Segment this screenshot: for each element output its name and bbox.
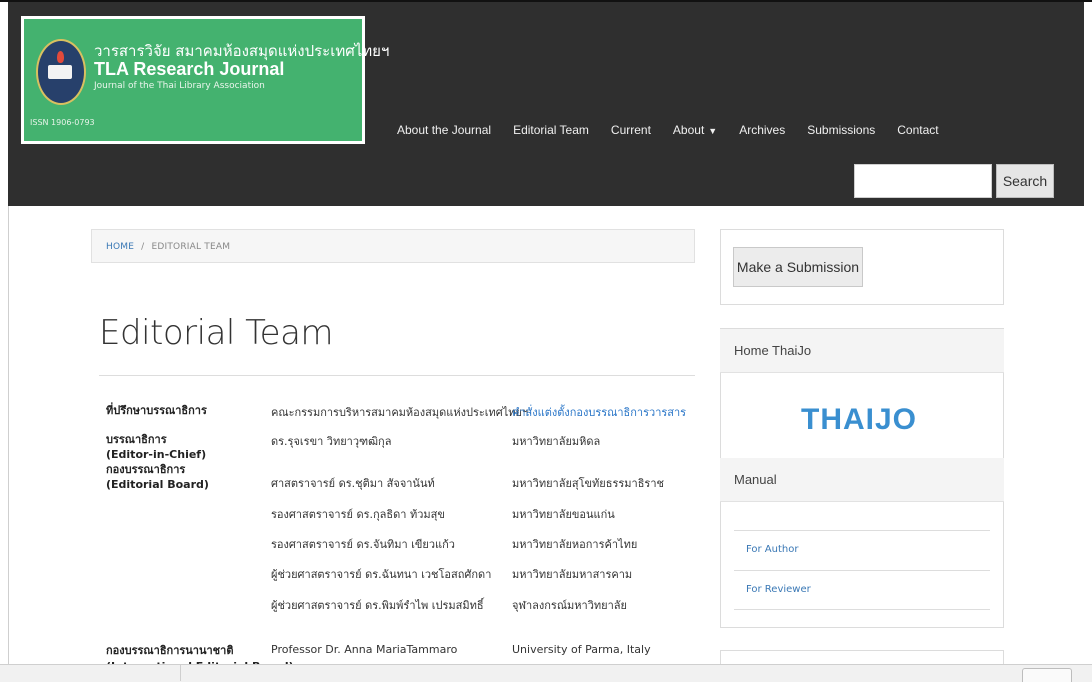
member-affiliation: มหาวิทยาลัยหอการค้าไทย	[512, 538, 638, 551]
member-affiliation: มหาวิทยาลัยมหาสารคาม	[512, 568, 633, 581]
member-affiliation: มหาวิทยาลัยมหิดล	[512, 435, 601, 448]
role-board-th: กองบรรณาธิการ	[106, 463, 186, 476]
member-name: รองศาสตราจารย์ ดร.จันทิมา เขียวแก้ว	[271, 538, 455, 551]
torch-flame-icon	[57, 51, 64, 63]
nav-archives[interactable]: Archives	[739, 123, 785, 137]
breadcrumb-current: EDITORIAL TEAM	[151, 242, 231, 252]
search-input[interactable]	[854, 164, 992, 198]
manual-divider	[734, 530, 990, 531]
make-submission-button[interactable]: Make a Submission	[733, 247, 863, 287]
bottom-status-bar	[0, 664, 1092, 682]
journal-logo-banner[interactable]: วารสารวิจัย สมาคมห้องสมุดแห่งประเทศไทยฯ …	[21, 16, 389, 144]
manual-divider	[734, 570, 990, 571]
thaijo-logo[interactable]: THAIJO	[801, 403, 917, 437]
member-name: ผู้ช่วยศาสตราจารย์ ดร.พิมพ์รำไพ เปรมสมิท…	[271, 599, 484, 612]
status-bar-divider	[180, 664, 181, 681]
journal-title: TLA Research Journal	[94, 59, 285, 79]
journal-subtitle: Journal of the Thai Library Association	[94, 81, 265, 91]
member-affiliation: University of Parma, Italy	[512, 643, 651, 656]
member-name: ดร.รุจเรขา วิทยาวุฑฒิกุล	[271, 435, 392, 448]
member-name: คณะกรรมการบริหารสมาคมห้องสมุดแห่งประเทศไ…	[271, 406, 529, 419]
main-nav: About the Journal Editorial Team Current…	[397, 123, 961, 137]
board-appointment-link[interactable]: คำสั่งแต่งตั้งกองบรรณาธิการวารสาร	[512, 403, 686, 421]
member-name: ศาสตราจารย์ ดร.ชุติมา สัจจานันท์	[271, 477, 435, 490]
nav-about-the-journal[interactable]: About the Journal	[397, 123, 491, 137]
manual-divider	[734, 609, 990, 610]
nav-current[interactable]: Current	[611, 123, 651, 137]
role-editor-th: บรรณาธิการ	[106, 433, 167, 446]
member-name: รองศาสตราจารย์ ดร.กุลธิดา ท้วมสุข	[271, 508, 445, 521]
role-intl-th: กองบรรณาธิการนานาชาติ	[106, 644, 234, 657]
role-advisor: ที่ปรึกษาบรรณาธิการ	[106, 404, 207, 417]
page-left-edge	[8, 206, 9, 681]
member-affiliation: มหาวิทยาลัยขอนแก่น	[512, 508, 615, 521]
breadcrumb-separator: /	[141, 242, 145, 252]
member-name: ผู้ช่วยศาสตราจารย์ ดร.ฉันทนา เวชโอสถศักด…	[271, 568, 492, 581]
caret-down-icon: ▼	[708, 126, 718, 136]
open-book-icon	[48, 65, 72, 79]
sidebar-manual-heading: Manual	[720, 458, 1004, 502]
member-affiliation: จุฬาลงกรณ์มหาวิทยาลัย	[512, 599, 627, 612]
breadcrumb: HOME / EDITORIAL TEAM	[91, 229, 695, 263]
sidebar-home-thaijo-heading: Home ThaiJo	[720, 329, 1004, 373]
nav-editorial-team[interactable]: Editorial Team	[513, 123, 589, 137]
nav-contact[interactable]: Contact	[897, 123, 938, 137]
journal-issn: ISSN 1906-0793	[30, 118, 95, 127]
manual-for-reviewer-link[interactable]: For Reviewer	[746, 584, 811, 595]
title-divider	[99, 375, 695, 376]
status-bar-button[interactable]	[1022, 668, 1072, 682]
manual-for-author-link[interactable]: For Author	[746, 544, 798, 555]
member-name: Professor Dr. Anna MariaTammaro	[271, 643, 458, 656]
nav-about-dropdown[interactable]: About ▼	[673, 123, 717, 137]
search-button[interactable]: Search	[996, 164, 1054, 198]
member-affiliation: มหาวิทยาลัยสุโขทัยธรรมาธิราช	[512, 477, 664, 490]
association-seal-icon	[36, 39, 86, 105]
role-editor-en: (Editor-in-Chief)	[106, 448, 207, 461]
nav-about-label: About	[672, 123, 705, 137]
role-board-en: (Editorial Board)	[106, 478, 209, 491]
page-title: Editorial Team	[99, 313, 334, 353]
breadcrumb-home-link[interactable]: HOME	[106, 242, 134, 252]
nav-submissions[interactable]: Submissions	[807, 123, 875, 137]
